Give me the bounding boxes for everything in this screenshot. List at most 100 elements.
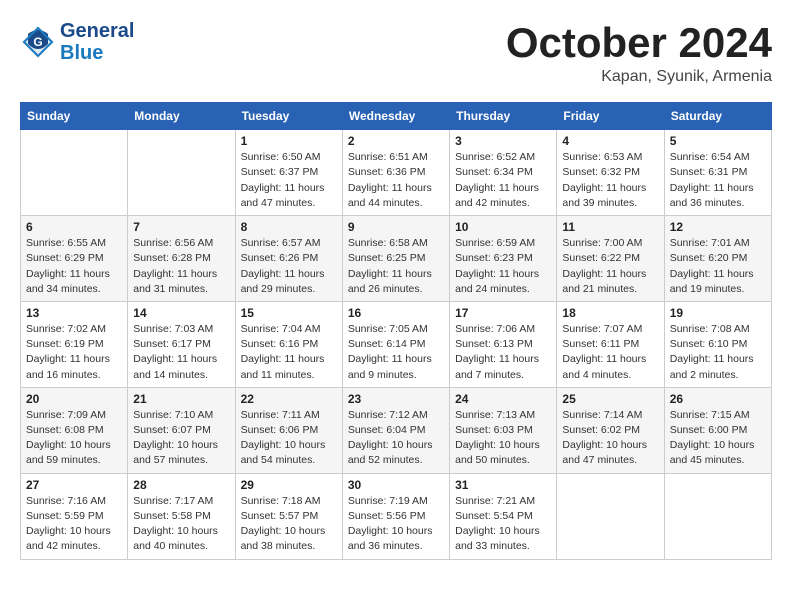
day-number: 8 xyxy=(241,220,337,234)
day-number: 1 xyxy=(241,134,337,148)
calendar-cell: 31 Sunrise: 7:21 AM Sunset: 5:54 PM Dayli… xyxy=(450,473,557,559)
day-number: 9 xyxy=(348,220,444,234)
day-number: 31 xyxy=(455,478,551,492)
day-number: 22 xyxy=(241,392,337,406)
day-detail: Sunrise: 7:04 AM Sunset: 6:16 PM Dayligh… xyxy=(241,323,325,381)
day-number: 29 xyxy=(241,478,337,492)
day-number: 28 xyxy=(133,478,229,492)
day-detail: Sunrise: 7:07 AM Sunset: 6:11 PM Dayligh… xyxy=(562,323,646,381)
day-number: 15 xyxy=(241,306,337,320)
day-number: 24 xyxy=(455,392,551,406)
day-number: 26 xyxy=(670,392,766,406)
calendar-cell xyxy=(664,473,771,559)
day-detail: Sunrise: 7:17 AM Sunset: 5:58 PM Dayligh… xyxy=(133,495,218,553)
logo-blue: Blue xyxy=(60,42,134,64)
day-number: 3 xyxy=(455,134,551,148)
calendar-cell: 22 Sunrise: 7:11 AM Sunset: 6:06 PM Dayli… xyxy=(235,387,342,473)
svg-text:G: G xyxy=(33,35,42,49)
calendar-table: SundayMondayTuesdayWednesdayThursdayFrid… xyxy=(20,102,772,559)
calendar-cell xyxy=(21,130,128,216)
day-number: 2 xyxy=(348,134,444,148)
day-detail: Sunrise: 6:50 AM Sunset: 6:37 PM Dayligh… xyxy=(241,151,325,209)
day-detail: Sunrise: 7:10 AM Sunset: 6:07 PM Dayligh… xyxy=(133,409,218,467)
calendar-cell: 21 Sunrise: 7:10 AM Sunset: 6:07 PM Dayli… xyxy=(128,387,235,473)
calendar-cell: 13Sunrise: 7:02 AM Sunset: 6:19 PM Dayli… xyxy=(21,301,128,387)
day-number: 19 xyxy=(670,306,766,320)
day-number: 4 xyxy=(562,134,658,148)
day-detail: Sunrise: 6:55 AM Sunset: 6:29 PM Dayligh… xyxy=(26,237,110,295)
day-number: 20 xyxy=(26,392,122,406)
calendar-cell: 26 Sunrise: 7:15 AM Sunset: 6:00 PM Dayli… xyxy=(664,387,771,473)
logo-general: General xyxy=(60,20,134,42)
calendar-cell: 19 Sunrise: 7:08 AM Sunset: 6:10 PM Dayli… xyxy=(664,301,771,387)
day-detail: Sunrise: 6:53 AM Sunset: 6:32 PM Dayligh… xyxy=(562,151,646,209)
calendar-cell: 15 Sunrise: 7:04 AM Sunset: 6:16 PM Dayli… xyxy=(235,301,342,387)
calendar-cell: 3 Sunrise: 6:52 AM Sunset: 6:34 PM Daylig… xyxy=(450,130,557,216)
day-number: 21 xyxy=(133,392,229,406)
calendar-cell: 29 Sunrise: 7:18 AM Sunset: 5:57 PM Dayli… xyxy=(235,473,342,559)
day-number: 23 xyxy=(348,392,444,406)
day-detail: Sunrise: 7:19 AM Sunset: 5:56 PM Dayligh… xyxy=(348,495,433,553)
day-detail: Sunrise: 7:05 AM Sunset: 6:14 PM Dayligh… xyxy=(348,323,432,381)
weekday-header-wednesday: Wednesday xyxy=(342,103,449,130)
calendar-cell: 5 Sunrise: 6:54 AM Sunset: 6:31 PM Daylig… xyxy=(664,130,771,216)
day-number: 12 xyxy=(670,220,766,234)
page-header: G General Blue October 2024 Kapan, Syuni… xyxy=(20,20,772,86)
day-number: 5 xyxy=(670,134,766,148)
day-detail: Sunrise: 7:14 AM Sunset: 6:02 PM Dayligh… xyxy=(562,409,647,467)
month-title: October 2024 xyxy=(506,20,772,66)
day-detail: Sunrise: 7:08 AM Sunset: 6:10 PM Dayligh… xyxy=(670,323,754,381)
calendar-cell: 17Sunrise: 7:06 AM Sunset: 6:13 PM Dayli… xyxy=(450,301,557,387)
calendar-cell: 6 Sunrise: 6:55 AM Sunset: 6:29 PM Daylig… xyxy=(21,216,128,302)
day-number: 25 xyxy=(562,392,658,406)
day-detail: Sunrise: 7:13 AM Sunset: 6:03 PM Dayligh… xyxy=(455,409,540,467)
day-detail: Sunrise: 7:18 AM Sunset: 5:57 PM Dayligh… xyxy=(241,495,326,553)
calendar-cell: 1 Sunrise: 6:50 AM Sunset: 6:37 PM Daylig… xyxy=(235,130,342,216)
day-number: 6 xyxy=(26,220,122,234)
calendar-cell: 14 Sunrise: 7:03 AM Sunset: 6:17 PM Dayli… xyxy=(128,301,235,387)
calendar-cell: 24 Sunrise: 7:13 AM Sunset: 6:03 PM Dayli… xyxy=(450,387,557,473)
weekday-header-thursday: Thursday xyxy=(450,103,557,130)
calendar-cell xyxy=(557,473,664,559)
day-number: 14 xyxy=(133,306,229,320)
day-detail: Sunrise: 7:11 AM Sunset: 6:06 PM Dayligh… xyxy=(241,409,326,467)
day-detail: Sunrise: 6:52 AM Sunset: 6:34 PM Dayligh… xyxy=(455,151,539,209)
day-number: 16 xyxy=(348,306,444,320)
calendar-cell: 20 Sunrise: 7:09 AM Sunset: 6:08 PM Dayli… xyxy=(21,387,128,473)
day-detail: Sunrise: 6:58 AM Sunset: 6:25 PM Dayligh… xyxy=(348,237,432,295)
calendar-cell: 27Sunrise: 7:16 AM Sunset: 5:59 PM Dayli… xyxy=(21,473,128,559)
calendar-cell: 4 Sunrise: 6:53 AM Sunset: 6:32 PM Daylig… xyxy=(557,130,664,216)
day-detail: Sunrise: 7:01 AM Sunset: 6:20 PM Dayligh… xyxy=(670,237,754,295)
day-detail: Sunrise: 6:56 AM Sunset: 6:28 PM Dayligh… xyxy=(133,237,217,295)
calendar-cell: 7 Sunrise: 6:56 AM Sunset: 6:28 PM Daylig… xyxy=(128,216,235,302)
calendar-cell xyxy=(128,130,235,216)
calendar-cell: 18Sunrise: 7:07 AM Sunset: 6:11 PM Dayli… xyxy=(557,301,664,387)
weekday-header-saturday: Saturday xyxy=(664,103,771,130)
day-number: 10 xyxy=(455,220,551,234)
day-detail: Sunrise: 6:57 AM Sunset: 6:26 PM Dayligh… xyxy=(241,237,325,295)
calendar-cell: 10 Sunrise: 6:59 AM Sunset: 6:23 PM Dayli… xyxy=(450,216,557,302)
day-detail: Sunrise: 6:51 AM Sunset: 6:36 PM Dayligh… xyxy=(348,151,432,209)
day-detail: Sunrise: 7:21 AM Sunset: 5:54 PM Dayligh… xyxy=(455,495,540,553)
calendar-cell: 2 Sunrise: 6:51 AM Sunset: 6:36 PM Daylig… xyxy=(342,130,449,216)
calendar-cell: 12 Sunrise: 7:01 AM Sunset: 6:20 PM Dayli… xyxy=(664,216,771,302)
calendar-cell: 30 Sunrise: 7:19 AM Sunset: 5:56 PM Dayli… xyxy=(342,473,449,559)
weekday-header-friday: Friday xyxy=(557,103,664,130)
calendar-cell: 9 Sunrise: 6:58 AM Sunset: 6:25 PM Daylig… xyxy=(342,216,449,302)
day-number: 17 xyxy=(455,306,551,320)
day-detail: Sunrise: 7:09 AM Sunset: 6:08 PM Dayligh… xyxy=(26,409,111,467)
day-detail: Sunrise: 6:54 AM Sunset: 6:31 PM Dayligh… xyxy=(670,151,754,209)
day-number: 27 xyxy=(26,478,122,492)
day-detail: Sunrise: 7:02 AM Sunset: 6:19 PM Dayligh… xyxy=(26,323,110,381)
weekday-header-tuesday: Tuesday xyxy=(235,103,342,130)
day-number: 30 xyxy=(348,478,444,492)
calendar-cell: 11Sunrise: 7:00 AM Sunset: 6:22 PM Dayli… xyxy=(557,216,664,302)
day-number: 7 xyxy=(133,220,229,234)
day-detail: Sunrise: 7:15 AM Sunset: 6:00 PM Dayligh… xyxy=(670,409,755,467)
calendar-cell: 16 Sunrise: 7:05 AM Sunset: 6:14 PM Dayli… xyxy=(342,301,449,387)
calendar-cell: 23Sunrise: 7:12 AM Sunset: 6:04 PM Dayli… xyxy=(342,387,449,473)
day-detail: Sunrise: 7:03 AM Sunset: 6:17 PM Dayligh… xyxy=(133,323,217,381)
day-detail: Sunrise: 6:59 AM Sunset: 6:23 PM Dayligh… xyxy=(455,237,539,295)
day-number: 11 xyxy=(562,220,658,234)
weekday-header-sunday: Sunday xyxy=(21,103,128,130)
